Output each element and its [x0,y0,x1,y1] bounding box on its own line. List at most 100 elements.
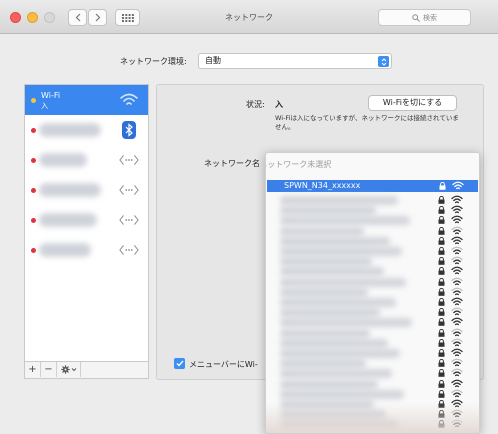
network-item[interactable] [266,297,479,307]
network-item[interactable] [266,368,479,379]
lock-icon [438,298,445,306]
status-dot [31,98,36,103]
wifi-signal-icon [451,307,463,316]
ethernet-icon [119,211,139,229]
network-name-redacted [280,267,384,277]
lock-icon [438,216,445,225]
service-item-wifi[interactable]: Wi-Fi 入 [25,85,148,115]
network-item[interactable] [266,389,479,399]
network-item[interactable] [266,328,479,338]
service-name-redacted [39,213,97,227]
network-name-redacted [280,196,398,205]
network-item[interactable] [266,236,479,246]
bluetooth-icon [119,121,139,139]
lock-icon [438,369,445,378]
status-dot [31,128,36,133]
network-item[interactable] [266,287,479,297]
network-item[interactable] [266,338,479,348]
lock-icon [438,257,445,265]
network-name-redacted [280,369,392,379]
search-field[interactable]: 検索 [378,9,471,26]
service-list-toolbar: + − [24,362,149,379]
service-item-ethernet-1[interactable] [25,145,148,175]
show-in-menubar-label: メニューバーにWi- [189,360,258,369]
lock-icon [438,328,445,337]
network-item[interactable] [266,348,479,358]
location-select[interactable]: 自動 [198,53,392,69]
turn-wifi-off-button[interactable]: Wi-Fiを切にする [368,95,457,111]
lock-icon [438,379,445,388]
network-item[interactable] [266,205,479,216]
checkmark-icon [176,360,184,367]
network-item-selected[interactable]: SPWN_N34_xxxxxx [267,180,478,192]
action-menu-button[interactable] [57,362,81,377]
network-name-redacted [280,287,368,297]
status-dot [31,158,36,163]
network-name-redacted [280,359,366,369]
service-status: 入 [41,102,48,110]
wifi-signal-icon [451,215,463,224]
wifi-signal-icon [451,297,463,306]
network-item[interactable] [266,266,479,277]
updown-arrows-icon [378,56,389,67]
service-item-ethernet-2[interactable] [25,175,148,205]
title-bar: ネットワーク 検索 [0,0,498,34]
network-name-redacted [280,206,376,216]
service-item-ethernet-3[interactable] [25,205,148,235]
lock-icon [438,349,445,357]
lock-icon [438,338,445,347]
network-item[interactable] [266,379,479,389]
network-item[interactable] [266,195,479,205]
network-name-redacted [280,338,388,348]
network-item[interactable] [266,226,479,236]
network-item[interactable] [266,358,479,369]
network-item[interactable] [266,256,479,267]
network-name-redacted [280,298,396,307]
service-item-bluetooth[interactable] [25,115,148,145]
network-name-redacted [280,226,364,236]
network-dropdown-menu[interactable]: ✓ ネットワーク未選択 SPWN_N34_xxxxxx [265,152,480,434]
add-service-button[interactable]: + [25,362,41,377]
lock-icon [438,287,445,296]
remove-service-button[interactable]: − [41,362,57,377]
wifi-signal-icon [451,266,463,275]
status-label: 状況: [246,100,265,109]
lock-icon [438,196,445,204]
lock-icon [438,236,445,245]
ethernet-icon [119,151,139,169]
lock-icon [438,277,445,286]
no-network-selected-item[interactable]: ✓ ネットワーク未選択 [266,159,331,170]
gear-icon [60,365,76,374]
service-item-ethernet-4[interactable] [25,235,148,265]
wifi-signal-icon [451,236,463,244]
network-name-redacted [280,379,378,389]
wifi-signal-icon [451,226,463,234]
wifi-signal-icon [451,256,463,265]
network-item[interactable] [266,277,479,287]
lock-icon [438,318,445,327]
show-in-menubar-checkbox[interactable] [174,358,185,369]
network-item[interactable] [266,307,479,318]
service-name: Wi-Fi [41,91,61,100]
ethernet-icon [119,241,139,259]
menu-fade [266,403,479,433]
network-item[interactable] [266,215,479,226]
lock-icon [438,308,445,316]
service-name-redacted [39,183,101,197]
wifi-signal-icon [451,379,463,387]
network-item[interactable] [266,246,479,256]
network-name-redacted [280,247,402,256]
wifi-signal-icon [451,348,463,357]
status-description: Wi-Fiは入になっていますが、ネットワークには接続されていません。 [275,114,459,131]
service-name-redacted [39,243,91,257]
network-item[interactable] [266,317,479,328]
lock-icon [438,247,445,255]
wifi-signal-icon [451,195,463,204]
network-name-redacted [280,257,372,267]
lock-icon [438,389,445,398]
service-name-redacted [39,123,101,137]
wifi-signal-icon [451,328,463,336]
service-list[interactable]: Wi-Fi 入 [24,84,149,362]
wifi-signal-icon [451,368,463,377]
network-name: SPWN_N34_xxxxxx [284,181,361,190]
